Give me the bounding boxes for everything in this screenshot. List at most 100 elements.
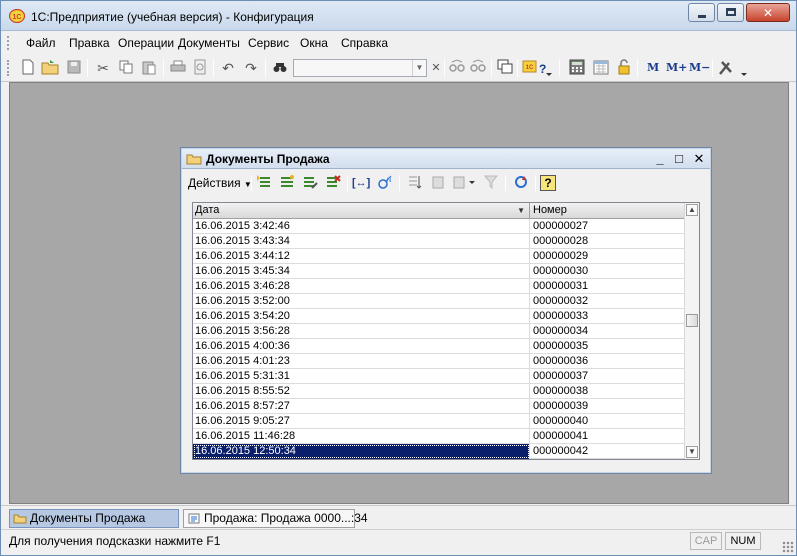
table-row[interactable]: 16.06.2015 3:42:46 000000027 [193, 219, 685, 234]
number-cell: 000000040 [533, 415, 589, 427]
new-document-icon[interactable] [19, 59, 37, 77]
copy-row-icon[interactable] [278, 174, 296, 192]
print-icon[interactable] [169, 59, 187, 77]
print-preview-icon[interactable] [191, 59, 209, 77]
column-header-number[interactable]: Номер [531, 203, 685, 218]
table-row[interactable]: 16.06.2015 3:46:28 000000031 [193, 279, 685, 294]
table-row[interactable]: 16.06.2015 5:31:31 000000037 [193, 369, 685, 384]
svg-text:?: ? [539, 62, 546, 76]
menu-help[interactable]: Справка [341, 36, 388, 50]
tools-icon[interactable] [717, 59, 749, 77]
calendar-icon[interactable] [592, 59, 610, 77]
table-body: 16.06.2015 3:42:46 000000027 16.06.2015 3… [193, 219, 685, 459]
child-title-bar[interactable]: Документы Продажа _ □ ✕ [182, 149, 710, 169]
window-bar: Документы Продажа Продажа: Продажа 0000.… [1, 505, 796, 529]
windows-icon[interactable] [496, 59, 514, 77]
help-1c-icon[interactable]: 1C? [522, 59, 552, 77]
chevron-down-icon[interactable]: ▼ [412, 60, 426, 76]
table-row-selected[interactable]: 16.06.2015 12:50:34 000000042 [193, 444, 685, 459]
table-row[interactable]: 16.06.2015 3:52:00 000000032 [193, 294, 685, 309]
clear-filter-icon[interactable] [482, 174, 500, 192]
open-folder-icon[interactable] [41, 59, 59, 77]
document-folder-icon [186, 154, 202, 165]
close-button[interactable]: ✕ [746, 3, 790, 22]
search-combo[interactable]: ▼ [293, 59, 427, 77]
column-header-date[interactable]: Дата ▼ [193, 203, 530, 218]
resize-grip[interactable] [782, 541, 794, 553]
child-close-button[interactable]: ✕ [691, 151, 707, 166]
table-row[interactable]: 16.06.2015 3:56:28 000000034 [193, 324, 685, 339]
redo-icon[interactable]: ↷ [242, 59, 260, 77]
memory-minus-button[interactable]: M− [689, 61, 710, 74]
menu-documents[interactable]: Документы [178, 36, 240, 50]
menu-grip[interactable] [7, 36, 10, 50]
edit-row-icon[interactable] [301, 174, 319, 192]
table-row[interactable]: 16.06.2015 3:45:34 000000030 [193, 264, 685, 279]
table-row[interactable]: 16.06.2015 8:57:27 000000039 [193, 399, 685, 414]
hierarchy-icon[interactable] [429, 174, 447, 192]
window-tab-sale[interactable]: Продажа: Продажа 0000...:34 [183, 509, 368, 528]
table-row[interactable]: 16.06.2015 8:55:52 000000038 [193, 384, 685, 399]
number-cell: 000000034 [533, 325, 589, 337]
memory-button[interactable]: M [647, 61, 659, 74]
menu-windows[interactable]: Окна [300, 36, 328, 50]
main-toolbar: ✂ ↶ ↷ ▼ ✕ 1C ? M M+ M− [1, 54, 796, 82]
child-minimize-button[interactable]: _ [652, 151, 668, 166]
date-cell: 16.06.2015 4:01:23 [193, 354, 530, 369]
date-cell: 16.06.2015 3:46:28 [193, 279, 530, 294]
sort-icon[interactable] [406, 174, 424, 192]
add-icon[interactable] [255, 174, 273, 192]
table-row[interactable]: 16.06.2015 3:44:12 000000029 [193, 249, 685, 264]
actions-menu[interactable]: Действия ▼ [188, 176, 252, 190]
table-header: Дата ▼ Номер [193, 203, 685, 219]
table-row[interactable]: 16.06.2015 11:46:28 000000041 [193, 429, 685, 444]
window-tab-documents[interactable]: Документы Продажа [9, 509, 179, 528]
menu-operations[interactable]: Операции [118, 36, 174, 50]
find-previous-icon[interactable] [448, 59, 466, 77]
documents-table[interactable]: Дата ▼ Номер 16.06.2015 3:42:46 000000027… [192, 202, 700, 460]
refresh-icon[interactable] [512, 174, 530, 192]
paste-icon[interactable] [140, 59, 158, 77]
mark-delete-icon[interactable] [324, 174, 342, 192]
scroll-down-icon[interactable]: ▼ [686, 446, 698, 458]
copy-icon[interactable] [117, 59, 135, 77]
menu-edit[interactable]: Правка [69, 36, 110, 50]
toolbar-grip[interactable] [7, 60, 10, 76]
number-cell: 000000039 [533, 400, 589, 412]
filter-list-icon[interactable] [452, 174, 478, 192]
table-row[interactable]: 16.06.2015 3:43:34 000000028 [193, 234, 685, 249]
find-next-icon[interactable] [469, 59, 487, 77]
interval-icon[interactable]: [↔] [352, 174, 370, 192]
window-tab-label: Продажа: Продажа 0000...:34 [204, 511, 368, 525]
table-row[interactable]: 16.06.2015 9:05:27 000000040 [193, 414, 685, 429]
child-maximize-button[interactable]: □ [671, 151, 687, 166]
binoculars-icon[interactable] [271, 59, 289, 77]
number-cell: 000000031 [533, 280, 589, 292]
menu-file[interactable]: Файл [26, 36, 56, 50]
vertical-scrollbar[interactable]: ▲ ▼ [684, 203, 699, 459]
calculator-icon[interactable] [568, 59, 586, 77]
table-row[interactable]: 16.06.2015 4:01:23 000000036 [193, 354, 685, 369]
number-cell: 000000038 [533, 385, 589, 397]
number-cell: 000000036 [533, 355, 589, 367]
clear-search-icon[interactable]: ✕ [427, 59, 445, 77]
window-tab-label: Документы Продажа [30, 511, 146, 525]
save-icon[interactable] [65, 59, 83, 77]
scroll-up-icon[interactable]: ▲ [686, 204, 698, 216]
table-row[interactable]: 16.06.2015 4:00:36 000000035 [193, 339, 685, 354]
lock-icon[interactable] [615, 59, 633, 77]
scroll-thumb[interactable] [686, 314, 698, 327]
minimize-button[interactable] [688, 3, 715, 22]
number-cell: 000000032 [533, 295, 589, 307]
undo-icon[interactable]: ↶ [219, 59, 237, 77]
cut-icon[interactable]: ✂ [94, 59, 112, 77]
num-lock-indicator: NUM [725, 532, 761, 550]
search-list-icon[interactable]: N [376, 174, 394, 192]
maximize-button[interactable] [717, 3, 744, 22]
memory-plus-button[interactable]: M+ [666, 61, 687, 74]
table-row[interactable]: 16.06.2015 3:54:20 000000033 [193, 309, 685, 324]
menu-service[interactable]: Сервис [248, 36, 289, 50]
column-header-date-label: Дата [195, 204, 220, 216]
document-folder-icon [13, 514, 27, 524]
help-icon[interactable]: ? [540, 175, 556, 191]
